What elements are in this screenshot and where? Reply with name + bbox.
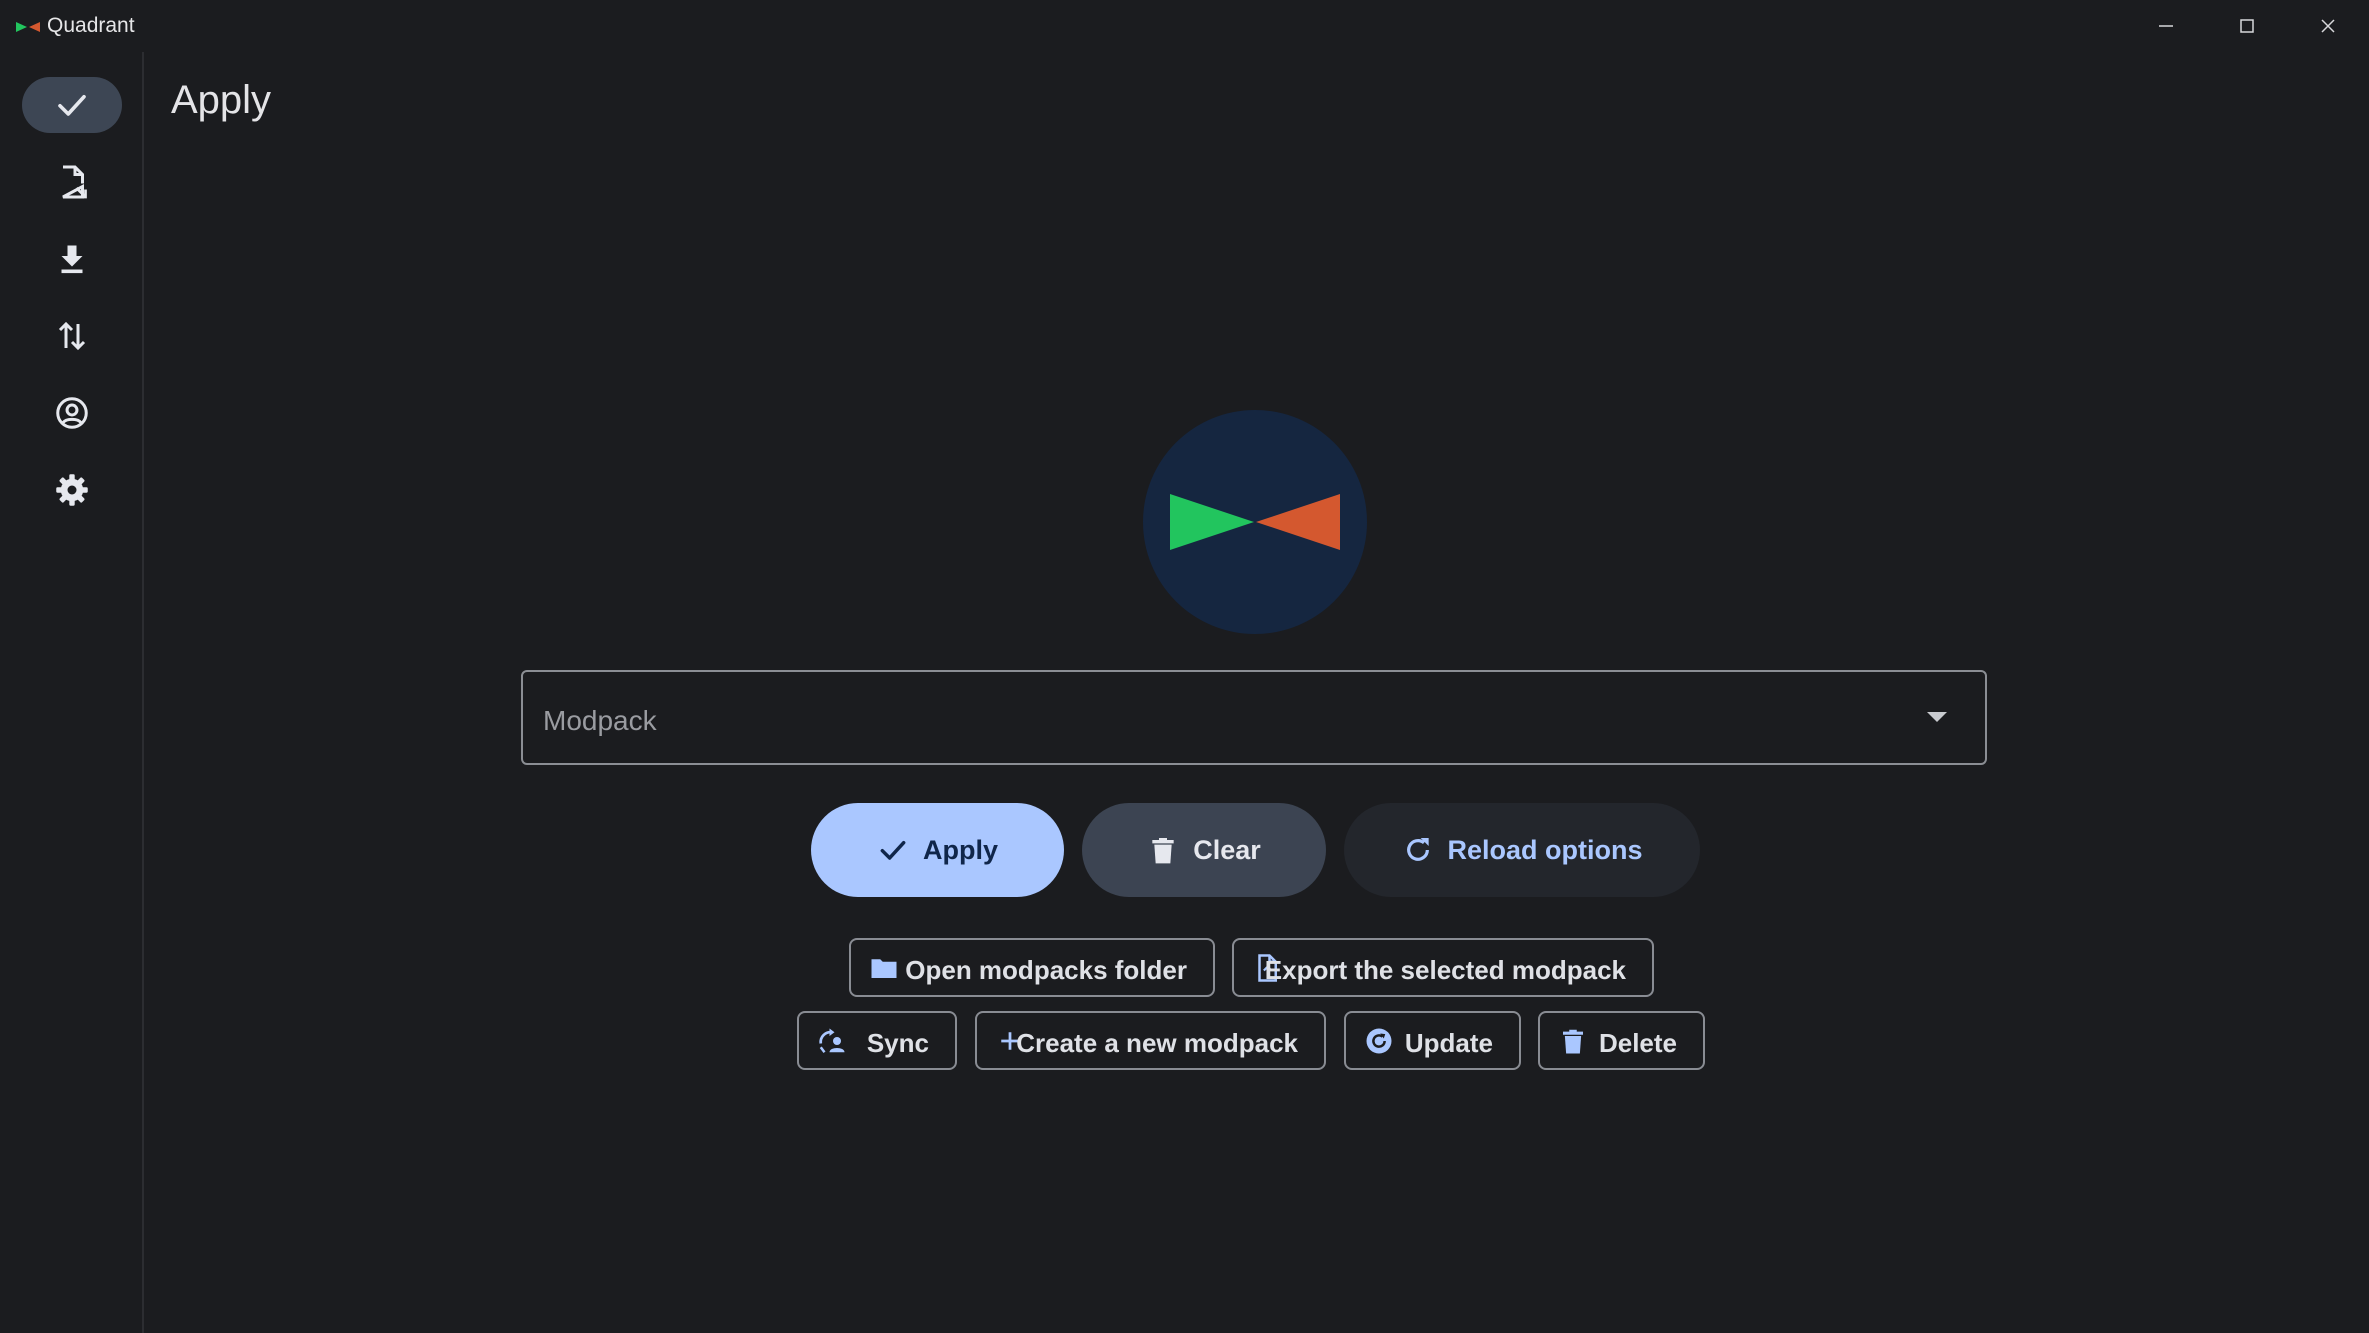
- minimize-icon: [2159, 25, 2173, 27]
- trash-icon: [1152, 838, 1174, 864]
- trash-icon: [1563, 1029, 1583, 1054]
- clear-button[interactable]: Clear: [1082, 803, 1326, 897]
- nav-item-settings[interactable]: [22, 462, 122, 518]
- download-icon: [61, 245, 83, 274]
- nav-item-transfer[interactable]: [22, 308, 122, 364]
- quadrant-logo: [1143, 410, 1367, 634]
- export-modpack-label: Export the selected modpack: [1264, 955, 1626, 985]
- apply-button[interactable]: Apply: [811, 803, 1064, 897]
- file-export-icon: [62, 165, 87, 199]
- create-modpack-button[interactable]: Create a new modpack: [975, 1011, 1326, 1070]
- modpack-dropdown[interactable]: Modpack: [521, 670, 1987, 765]
- update-button[interactable]: Update: [1344, 1011, 1521, 1070]
- folder-icon: [871, 959, 897, 978]
- title-bar: Quadrant: [0, 0, 2369, 52]
- refresh-icon: [1406, 838, 1429, 861]
- clear-button-label: Clear: [1193, 834, 1261, 865]
- export-modpack-button[interactable]: Export the selected modpack: [1232, 938, 1654, 997]
- chevron-down-icon: [1927, 712, 1947, 722]
- check-icon: [880, 840, 906, 860]
- swap-vertical-icon: [58, 321, 86, 351]
- window-title: Quadrant: [47, 14, 135, 37]
- gear-icon: [56, 474, 88, 506]
- close-icon: [2321, 19, 2335, 33]
- sync-button[interactable]: Sync: [797, 1011, 957, 1070]
- account-circle-icon: [56, 397, 88, 429]
- close-button[interactable]: [2288, 0, 2368, 52]
- delete-button[interactable]: Delete: [1538, 1011, 1705, 1070]
- check-icon: [58, 94, 86, 116]
- update-icon: [1366, 1028, 1392, 1054]
- nav-item-download[interactable]: [22, 231, 122, 287]
- app-logo-icon: [16, 22, 40, 32]
- reload-options-button[interactable]: Reload options: [1344, 803, 1700, 897]
- quadrant-logo-icon: [1170, 494, 1340, 550]
- update-label: Update: [1404, 1028, 1493, 1058]
- sync-icon: [819, 1028, 845, 1053]
- sync-label: Sync: [866, 1028, 929, 1058]
- reload-options-button-label: Reload options: [1447, 834, 1643, 865]
- nav-item-apply[interactable]: [22, 77, 122, 133]
- nav-item-export[interactable]: [22, 154, 122, 210]
- create-modpack-label: Create a new modpack: [1016, 1028, 1298, 1058]
- delete-label: Delete: [1598, 1028, 1677, 1058]
- page-title: Apply: [171, 78, 272, 122]
- nav-item-account[interactable]: [22, 385, 122, 441]
- modpack-dropdown-label: Modpack: [543, 705, 657, 736]
- apply-button-label: Apply: [922, 834, 998, 865]
- maximize-button[interactable]: [2207, 0, 2287, 52]
- navigation-rail: [0, 52, 144, 1333]
- open-modpacks-folder-button[interactable]: Open modpacks folder: [849, 938, 1215, 997]
- maximize-icon: [2240, 19, 2254, 33]
- minimize-button[interactable]: [2126, 0, 2206, 52]
- open-modpacks-folder-label: Open modpacks folder: [905, 955, 1187, 985]
